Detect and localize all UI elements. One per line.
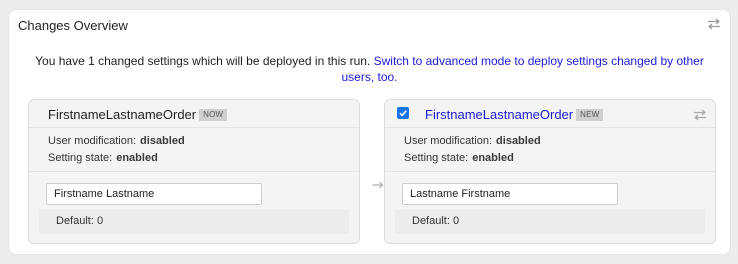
default-value-text: Default: 0 [412,215,460,227]
deploy-setting-checkbox[interactable] [397,107,409,119]
changed-setting-meta: User modification: disabled Setting state… [404,133,541,167]
user-modification-label: User modification: [404,135,493,147]
new-badge: NEW [576,109,604,121]
setting-state-row: Setting state: enabled [404,150,541,167]
current-setting-meta: User modification: disabled Setting state… [48,133,185,167]
setting-name-link[interactable]: FirstnameLastnameOrder [425,107,573,122]
setting-state-row: Setting state: enabled [48,150,185,167]
panel-title: Changes Overview [18,18,128,33]
setting-state-value: enabled [116,152,158,164]
changed-value-input[interactable] [402,183,618,205]
current-setting-card: FirstnameLastnameOrder NOW User modificat… [28,99,360,244]
setting-name: FirstnameLastnameOrder [48,107,197,122]
user-modification-row: User modification: disabled [404,133,541,150]
current-setting-name-row: FirstnameLastnameOrder NOW [48,107,228,122]
checkmark-icon [399,110,407,117]
card-divider [29,171,359,172]
user-modification-value: disabled [140,135,185,147]
user-modification-value: disabled [496,135,541,147]
now-badge: NOW [199,109,228,121]
deploy-info-text: You have 1 changed settings which will b… [23,53,716,85]
changed-setting-card: FirstnameLastnameOrder NEW User modificat… [384,99,716,244]
default-value-box: Default: 0 [39,209,349,234]
card-divider [385,171,715,172]
user-modification-label: User modification: [48,135,137,147]
default-value-box: Default: 0 [395,209,705,234]
default-value-text: Default: 0 [56,215,104,227]
deploy-count-text: You have 1 changed settings which will b… [35,54,371,68]
changed-setting-name-row: FirstnameLastnameOrder NEW [425,107,604,122]
swap-arrows-icon[interactable] [693,109,707,121]
arrow-right-icon [372,181,384,189]
swap-arrows-icon[interactable] [707,18,721,30]
setting-state-value: enabled [472,152,514,164]
changes-overview-panel: Changes Overview You have 1 changed sett… [8,9,731,255]
current-value-input[interactable] [46,183,262,205]
current-setting-header: FirstnameLastnameOrder NOW [29,100,359,128]
advanced-mode-link[interactable]: Switch to advanced mode to deploy settin… [341,54,703,84]
setting-state-label: Setting state: [404,152,469,164]
user-modification-row: User modification: disabled [48,133,185,150]
setting-state-label: Setting state: [48,152,113,164]
changed-setting-header: FirstnameLastnameOrder NEW [385,100,715,128]
